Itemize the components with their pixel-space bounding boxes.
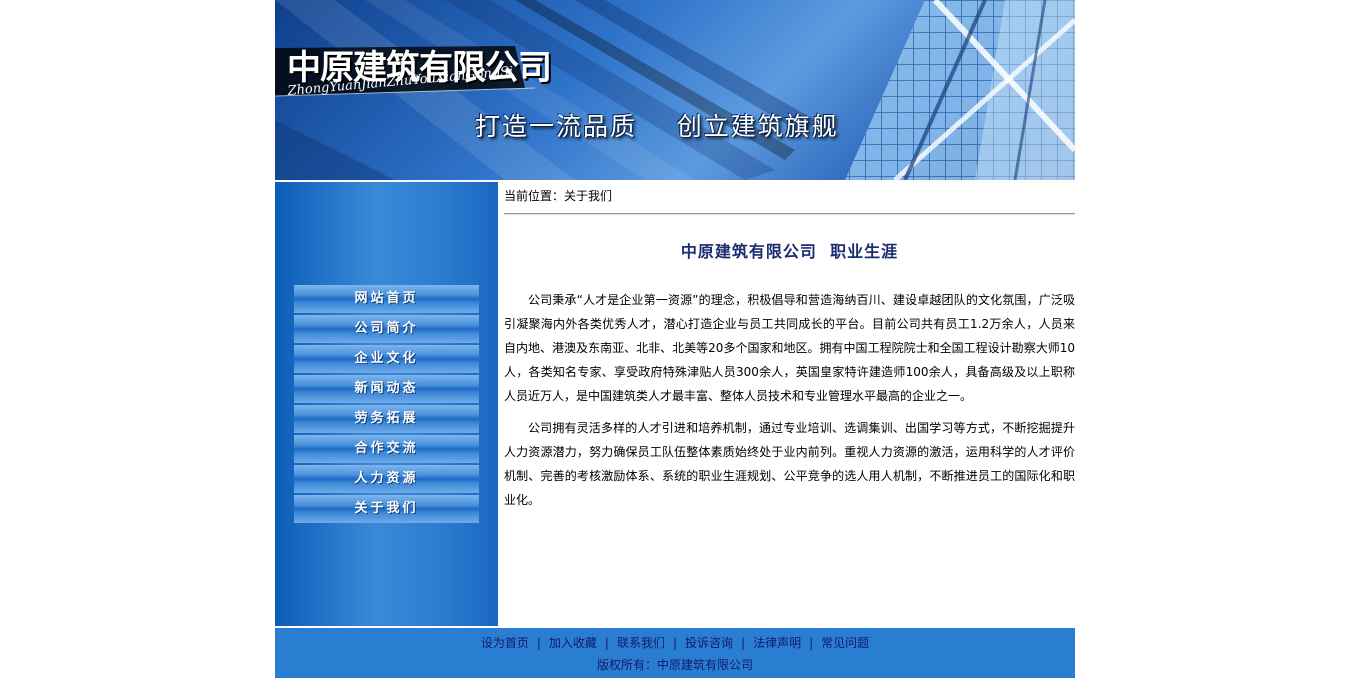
nav-item-home[interactable]: 网站首页 — [294, 285, 479, 313]
page-container: 中原建筑有限公司 ZhongYuanJianZhuYouXianGongSi 打… — [275, 0, 1075, 678]
nav-item-company-profile[interactable]: 公司简介 — [294, 315, 479, 343]
article-body: 公司秉承“人才是企业第一资源”的理念，积极倡导和营造海纳百川、建设卓越团队的文化… — [504, 288, 1075, 520]
footer-separator: | — [672, 636, 678, 650]
footer-link-contact-us[interactable]: 联系我们 — [617, 636, 665, 650]
skyscraper-image — [845, 0, 1075, 180]
footer-link-complaints[interactable]: 投诉咨询 — [685, 636, 733, 650]
article-paragraph: 公司拥有灵活多样的人才引进和培养机制，通过专业培训、选调集训、出国学习等方式，不… — [504, 421, 1075, 507]
footer-link-faq[interactable]: 常见问题 — [821, 636, 869, 650]
footer-separator: | — [536, 636, 541, 650]
banner-slogan: 打造一流品质 创立建筑旗舰 — [475, 112, 839, 141]
page-title: 中原建筑有限公司 职业生涯 — [680, 242, 899, 261]
footer-link-legal-notice[interactable]: 法律声明 — [753, 636, 801, 650]
nav-item-about-us[interactable]: 关于我们 — [294, 495, 479, 523]
breadcrumb: 当前位置：关于我们 — [504, 189, 613, 203]
footer-link-set-homepage[interactable]: 设为首页 — [481, 636, 529, 650]
header-banner: 中原建筑有限公司 ZhongYuanJianZhuYouXianGongSi 打… — [275, 0, 1075, 180]
copyright-text: 版权所有：中原建筑有限公司 — [596, 658, 753, 672]
divider — [504, 213, 1075, 215]
nav-item-news[interactable]: 新闻动态 — [294, 375, 479, 403]
footer-separator: | — [809, 636, 814, 650]
footer-links: 设为首页 | 加入收藏 | 联系我们 | 投诉咨询 | 法律声明 | 常见问题 — [275, 634, 1075, 651]
footer: 设为首页 | 加入收藏 | 联系我们 | 投诉咨询 | 法律声明 | 常见问题 版权所有：中原建筑有… — [275, 628, 1075, 678]
main-nav-menu: 网站首页 公司简介 企业文化 新闻动态 劳务拓展 合作交流 人力资源 关于我们 — [294, 285, 479, 525]
main-content: 当前位置：关于我们 中原建筑有限公司 职业生涯 公司秉承“人才是企业第一资源”的… — [504, 182, 1075, 626]
nav-item-human-resources[interactable]: 人力资源 — [294, 465, 479, 493]
nav-item-corporate-culture[interactable]: 企业文化 — [294, 345, 479, 373]
left-sidebar: 网站首页 公司简介 企业文化 新闻动态 劳务拓展 合作交流 人力资源 关于我们 — [275, 182, 498, 626]
footer-separator: | — [741, 636, 746, 650]
footer-separator: | — [604, 636, 609, 650]
nav-item-cooperation[interactable]: 合作交流 — [294, 435, 479, 463]
nav-item-labor-expansion[interactable]: 劳务拓展 — [294, 405, 479, 433]
footer-link-add-favorite[interactable]: 加入收藏 — [549, 636, 597, 650]
article-paragraph: 公司秉承“人才是企业第一资源”的理念，积极倡导和营造海纳百川、建设卓越团队的文化… — [504, 293, 1075, 403]
